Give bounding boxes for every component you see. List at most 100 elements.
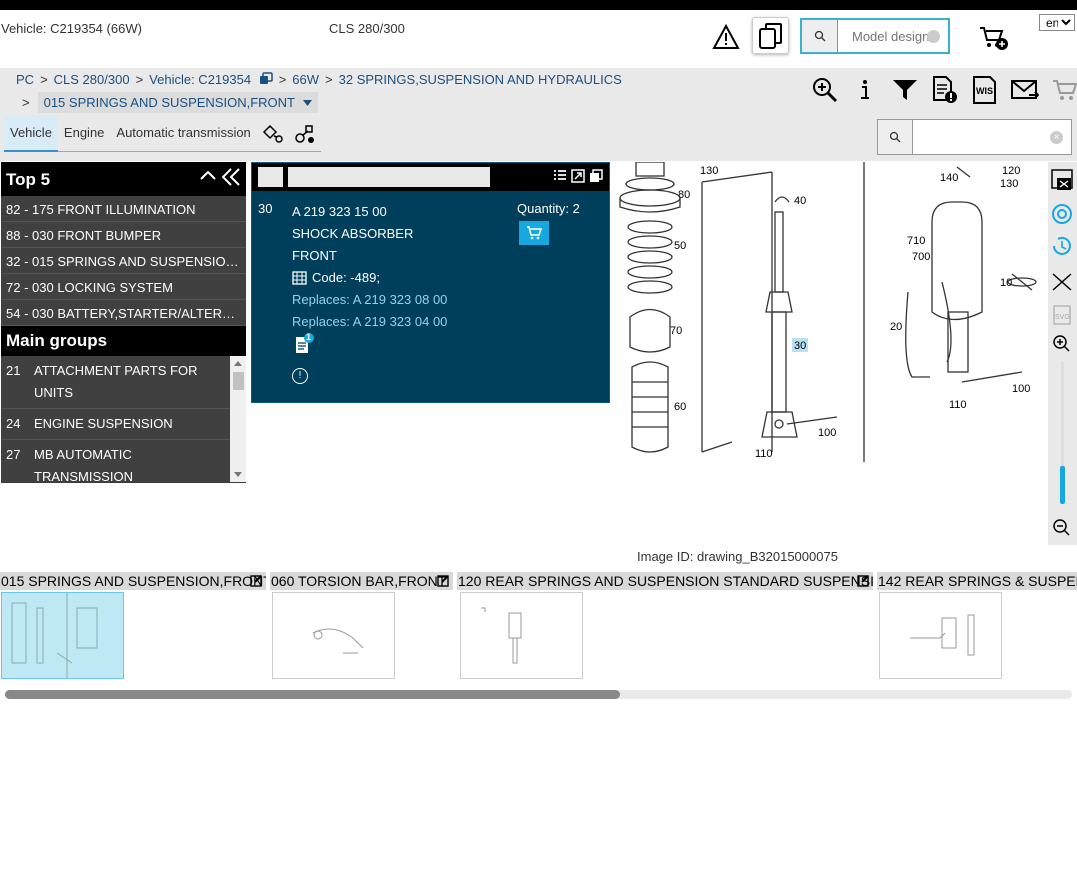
tab-engine[interactable]: Engine bbox=[58, 115, 110, 152]
part-number[interactable]: A 219 323 15 00 bbox=[292, 201, 447, 223]
top5-item[interactable]: 72 - 030 LOCKING SYSTEM bbox=[1, 274, 246, 300]
breadcrumb-item-code[interactable]: 66W bbox=[292, 72, 319, 87]
svg-text:WIS: WIS bbox=[976, 86, 993, 96]
callout-label[interactable]: 30 bbox=[794, 340, 806, 352]
expand-icon[interactable] bbox=[571, 169, 585, 183]
main-group-item[interactable]: 27 MB AUTOMATIC TRANSMISSION bbox=[1, 440, 246, 482]
callout-label[interactable]: 10 bbox=[1000, 277, 1012, 289]
scrollbar-thumb[interactable] bbox=[233, 372, 244, 390]
top5-item[interactable]: 32 - 015 SPRINGS AND SUSPENSION,FRONT bbox=[1, 248, 246, 274]
scroll-up-arrow-icon[interactable] bbox=[230, 358, 246, 368]
scrollbar[interactable] bbox=[230, 356, 246, 482]
copy-vehicle-icon[interactable] bbox=[259, 72, 273, 85]
replaces-link[interactable]: Replaces: A 219 323 08 00 bbox=[292, 289, 447, 311]
callout-label[interactable]: 700 bbox=[912, 251, 930, 263]
callout-label[interactable]: 80 bbox=[678, 189, 690, 201]
no-highlight-icon[interactable] bbox=[1052, 273, 1072, 291]
callout-label[interactable]: 70 bbox=[670, 325, 682, 337]
main-group-item[interactable]: 21 ATTACHMENT PARTS FOR UNITS bbox=[1, 356, 246, 409]
copy-icon[interactable] bbox=[752, 17, 789, 54]
part-position: 30 bbox=[258, 201, 273, 216]
callout-label[interactable]: 130 bbox=[1000, 178, 1018, 190]
cart-add-icon[interactable] bbox=[978, 24, 1010, 52]
breadcrumb-item-vehicle[interactable]: Vehicle: C219354 bbox=[149, 72, 251, 87]
breadcrumb-item-group[interactable]: 32 SPRINGS,SUSPENSION AND HYDRAULICS bbox=[339, 72, 622, 87]
callout-label[interactable]: 110 bbox=[949, 399, 967, 411]
thumbnail-label[interactable]: 142 REAR SPRINGS & SUSPENSION bbox=[877, 572, 1077, 590]
edit-icon[interactable] bbox=[857, 574, 870, 587]
top5-item[interactable]: 54 - 030 BATTERY,STARTER/ALTERNATOR bbox=[1, 300, 246, 326]
print-icon[interactable] bbox=[1051, 169, 1073, 190]
callout-label[interactable]: 50 bbox=[674, 240, 686, 252]
svg-export-icon[interactable]: SVG bbox=[1053, 305, 1071, 325]
breadcrumb-item-pc[interactable]: PC bbox=[16, 72, 34, 87]
search-icon[interactable] bbox=[802, 20, 838, 52]
part-document-button[interactable]: 1 bbox=[294, 332, 316, 358]
replaces-link[interactable]: Replaces: A 219 323 04 00 bbox=[292, 311, 447, 333]
callout-label[interactable]: 120 bbox=[1002, 165, 1020, 177]
double-chevron-left-icon[interactable] bbox=[222, 168, 240, 186]
thumbnail-image[interactable] bbox=[879, 592, 1002, 679]
callout-label[interactable]: 100 bbox=[818, 427, 836, 439]
model-search[interactable] bbox=[800, 18, 950, 54]
subgroup-dropdown[interactable]: 015 SPRINGS AND SUSPENSION,FRONT bbox=[37, 92, 318, 113]
zoom-in-icon[interactable] bbox=[1053, 335, 1070, 352]
clear-icon[interactable] bbox=[927, 30, 940, 43]
mail-icon[interactable] bbox=[1005, 74, 1045, 106]
cart-icon[interactable] bbox=[1045, 74, 1077, 106]
main-group-item[interactable]: 24 ENGINE SUSPENSION bbox=[1, 409, 246, 440]
thumbnail-image[interactable] bbox=[272, 592, 395, 679]
edit-icon[interactable] bbox=[250, 574, 263, 587]
zoom-in-icon[interactable] bbox=[805, 74, 845, 106]
callout-label[interactable]: 130 bbox=[700, 165, 718, 177]
scrollbar-thumb[interactable] bbox=[5, 690, 620, 699]
target-icon[interactable] bbox=[1052, 204, 1072, 224]
filter-icon[interactable] bbox=[885, 74, 925, 106]
wis-icon[interactable]: WIS bbox=[965, 74, 1005, 106]
edit-icon[interactable] bbox=[437, 574, 450, 587]
search-icon[interactable] bbox=[878, 120, 913, 154]
main-groups-list: 21 ATTACHMENT PARTS FOR UNITS 24 ENGINE SU… bbox=[1, 356, 246, 482]
callout-label[interactable]: 110 bbox=[755, 448, 773, 460]
parts-drawing[interactable]: 130 80 50 70 60 40 30 100 110 140 120 13… bbox=[612, 161, 1048, 462]
model-search-input[interactable] bbox=[838, 20, 938, 52]
thumbnail-image[interactable] bbox=[1, 592, 124, 679]
scroll-down-arrow-icon[interactable] bbox=[230, 470, 246, 480]
list-icon[interactable] bbox=[553, 169, 567, 181]
info-circle-icon[interactable]: ! bbox=[292, 368, 308, 384]
thumbnail-label[interactable]: 060 TORSION BAR,FRONT bbox=[270, 572, 453, 590]
position-filter-input[interactable] bbox=[258, 167, 283, 187]
thumbnail-label[interactable]: 015 SPRINGS AND SUSPENSION,FRONT bbox=[0, 572, 266, 590]
callout-label[interactable]: 40 bbox=[794, 195, 806, 207]
info-icon[interactable] bbox=[845, 74, 885, 106]
horizontal-scrollbar[interactable] bbox=[5, 690, 1072, 699]
part-filter-input[interactable] bbox=[288, 167, 490, 187]
callout-label[interactable]: 20 bbox=[890, 321, 902, 333]
history-icon[interactable] bbox=[1053, 236, 1071, 255]
tools-icon[interactable] bbox=[289, 115, 321, 152]
zoom-slider-handle[interactable] bbox=[1060, 466, 1065, 504]
table-grid-icon bbox=[292, 271, 307, 285]
top5-item[interactable]: 82 - 175 FRONT ILLUMINATION bbox=[1, 196, 246, 222]
parts-search[interactable]: × bbox=[877, 119, 1072, 155]
callout-label[interactable]: 60 bbox=[674, 401, 686, 413]
clear-icon[interactable]: × bbox=[1050, 131, 1063, 144]
callout-label[interactable]: 140 bbox=[940, 172, 958, 184]
add-to-cart-button[interactable] bbox=[519, 221, 549, 245]
thumbnail-image[interactable] bbox=[460, 592, 583, 679]
chevron-up-icon[interactable] bbox=[200, 168, 216, 182]
popout-icon[interactable] bbox=[589, 169, 603, 183]
paint-code-icon[interactable] bbox=[257, 115, 289, 152]
thumbnail-strip: 015 SPRINGS AND SUSPENSION,FRONT 060 TOR… bbox=[0, 572, 1077, 590]
callout-label[interactable]: 710 bbox=[907, 235, 925, 247]
thumbnail-label[interactable]: 120 REAR SPRINGS AND SUSPENSION STANDARD… bbox=[457, 572, 873, 590]
top5-item[interactable]: 88 - 030 FRONT BUMPER bbox=[1, 222, 246, 248]
tab-vehicle[interactable]: Vehicle bbox=[4, 115, 58, 152]
callout-label[interactable]: 100 bbox=[1012, 383, 1030, 395]
warning-icon[interactable] bbox=[712, 24, 740, 50]
breadcrumb-item-model[interactable]: CLS 280/300 bbox=[54, 72, 130, 87]
zoom-out-icon[interactable] bbox=[1053, 519, 1070, 536]
document-alert-icon[interactable] bbox=[925, 74, 965, 106]
language-select[interactable]: en bbox=[1039, 14, 1075, 31]
tab-automatic-transmission[interactable]: Automatic transmission bbox=[110, 115, 256, 152]
